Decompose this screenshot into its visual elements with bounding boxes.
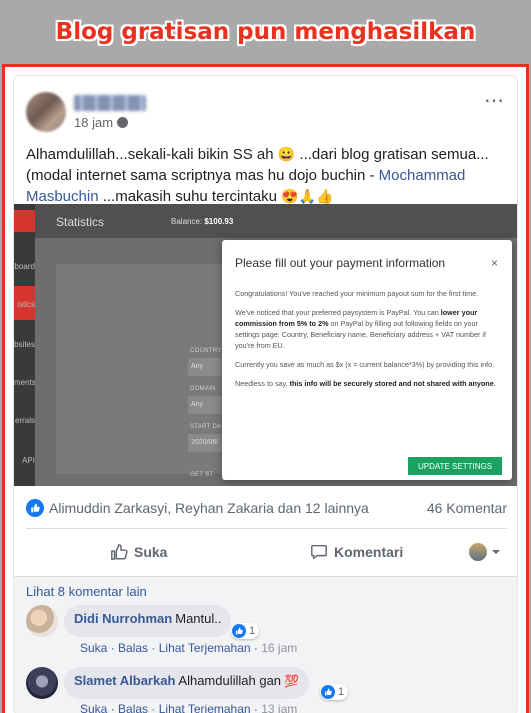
like-button[interactable]: Suka	[110, 543, 167, 561]
like-reaction-icon	[232, 624, 246, 638]
reactor-names[interactable]: Alimuddin Zarkasyi, Reyhan Zakaria dan 1…	[49, 500, 427, 516]
banner: Blog gratisan pun menghasilkan	[0, 0, 531, 64]
facebook-post: 18 jam ⋯ Alhamdulillah...sekali-kali bik…	[13, 75, 518, 713]
sidebar-item: API	[22, 456, 35, 465]
screenshot-balance: Balance: $100.93	[171, 217, 234, 226]
modal-title: Please fill out your payment information	[235, 256, 446, 270]
sidebar-item: istics	[17, 300, 35, 309]
comment-bubble: Didi Nurrohman Mantul..	[64, 605, 232, 637]
commenter-name[interactable]: Didi Nurrohman	[74, 611, 172, 626]
like-reaction-icon	[321, 685, 335, 699]
chevron-down-icon	[492, 550, 500, 554]
sidebar-item: errals	[14, 416, 35, 425]
emoji-group: 😍🙏👍	[281, 188, 334, 204]
profile-avatar	[469, 543, 487, 561]
comment-meta: Suka · Balas · Lihat Terjemahan · 13 jam	[80, 702, 297, 713]
field-label: DOMAIN	[190, 386, 216, 392]
comment-count[interactable]: 46 Komentar	[427, 500, 507, 516]
sidebar-item: ments	[14, 378, 35, 387]
divider	[26, 528, 507, 529]
screenshot-sidebar: board istics bsites ments errals API	[14, 204, 35, 486]
app-logo-icon	[14, 210, 35, 232]
field-label: START DA	[190, 424, 222, 430]
privacy-globe-icon[interactable]	[117, 116, 129, 128]
update-settings-button: UPDATE SETTINGS	[408, 457, 502, 475]
attached-screenshot[interactable]: board istics bsites ments errals API Sta…	[14, 204, 517, 486]
see-translation-link[interactable]: Lihat Terjemahan	[159, 702, 251, 713]
banner-title: Blog gratisan pun menghasilkan	[55, 19, 476, 45]
comment-time[interactable]: 16 jam	[261, 641, 297, 655]
author-avatar[interactable]	[26, 92, 66, 132]
grinning-emoji: 😀	[277, 146, 296, 162]
comment-meta: Suka · Balas · Lihat Terjemahan · 16 jam	[80, 641, 298, 655]
comments-section: Lihat 8 komentar lain Didi Nurrohman Mant…	[14, 577, 517, 713]
post-header: 18 jam	[26, 90, 146, 134]
audience-selector[interactable]	[469, 543, 507, 561]
commenter-avatar[interactable]	[26, 667, 58, 699]
comment-button[interactable]: Komentari	[310, 543, 403, 561]
post-body: Alhamdulillah...sekali-kali bikin SS ah …	[26, 146, 489, 205]
commenter-name[interactable]: Slamet Albarkah	[74, 673, 175, 688]
post-actions: Suka Komentari	[26, 532, 507, 572]
comment-text: Alhamdulillah gan	[178, 673, 282, 688]
field-label: COUNTRY	[190, 348, 222, 354]
field-label: GET ST	[190, 472, 214, 478]
reaction-summary: Alimuddin Zarkasyi, Reyhan Zakaria dan 1…	[26, 496, 507, 520]
post-time[interactable]: 18 jam	[74, 115, 113, 130]
commenter-avatar[interactable]	[26, 605, 58, 637]
sidebar-item: bsites	[14, 340, 35, 349]
comment-like-link[interactable]: Suka	[80, 702, 107, 713]
modal-body: Congratulations! You've reached your min…	[235, 289, 496, 388]
comment-like-link[interactable]: Suka	[80, 641, 107, 655]
view-more-comments-link[interactable]: Lihat 8 komentar lain	[26, 584, 147, 599]
highlight-frame: 18 jam ⋯ Alhamdulillah...sekali-kali bik…	[2, 64, 529, 713]
hundred-points-emoji: 💯	[284, 674, 299, 688]
comment-item: Didi Nurrohman Mantul..	[26, 605, 232, 637]
see-translation-link[interactable]: Lihat Terjemahan	[159, 641, 251, 655]
comment-reply-link[interactable]: Balas	[118, 641, 148, 655]
comment-time[interactable]: 13 jam	[261, 702, 297, 713]
comment-reply-link[interactable]: Balas	[118, 702, 148, 713]
close-icon: ×	[490, 256, 498, 270]
comment-reactions[interactable]: 1	[231, 623, 260, 639]
screenshot-topbar	[35, 204, 517, 238]
like-reaction-icon	[26, 499, 44, 517]
comment-reactions[interactable]: 1	[320, 684, 349, 700]
comment-icon	[311, 544, 327, 560]
sidebar-item: board	[14, 262, 35, 271]
comment-item: Slamet Albarkah Alhamdulillah gan 💯	[26, 667, 309, 699]
more-options-icon[interactable]: ⋯	[484, 88, 505, 113]
screenshot-title: Statistics	[56, 215, 105, 229]
thumbs-up-icon	[111, 544, 128, 560]
payment-modal: Please fill out your payment information…	[222, 240, 512, 480]
comment-bubble: Slamet Albarkah Alhamdulillah gan 💯	[64, 667, 309, 699]
comment-text: Mantul..	[175, 611, 222, 626]
author-name-blurred[interactable]	[74, 94, 146, 111]
